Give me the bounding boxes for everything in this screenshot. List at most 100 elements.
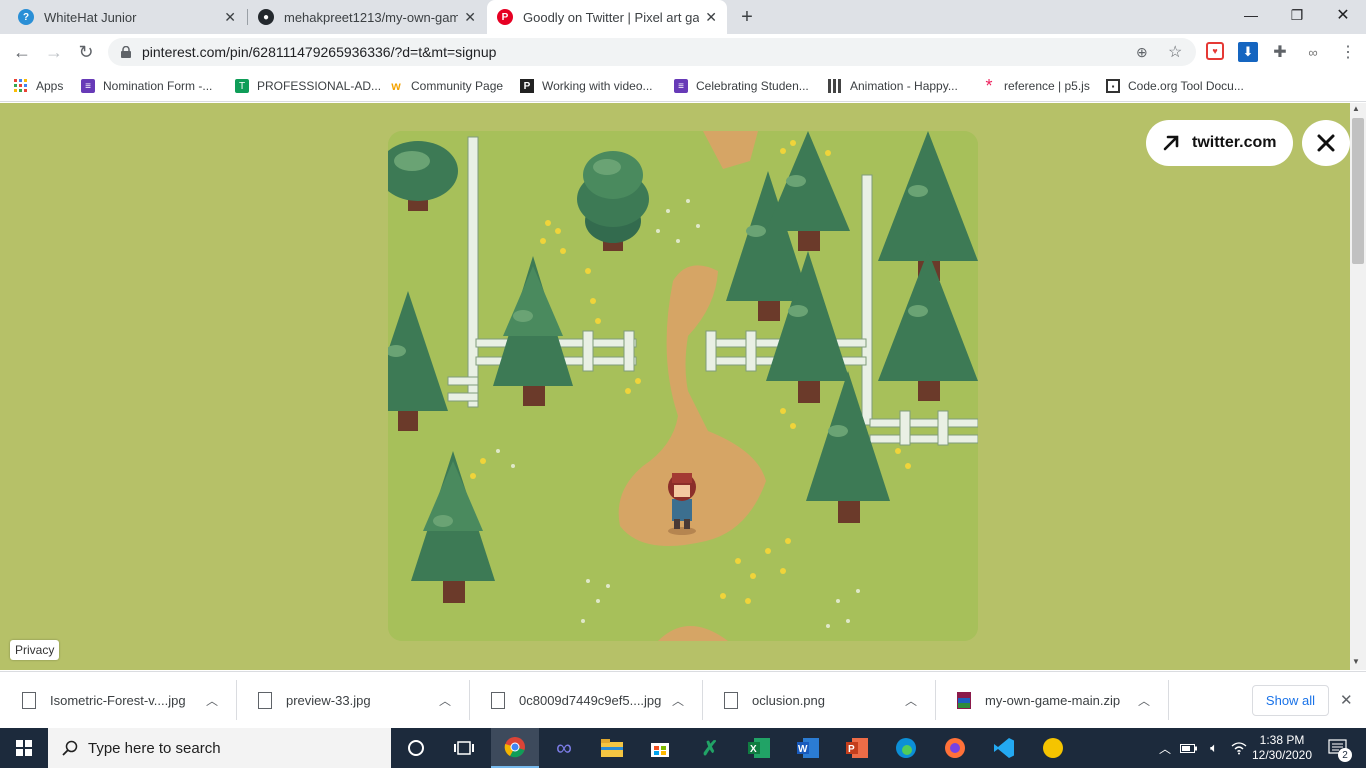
- chevron-up-icon[interactable]: ︿: [1138, 692, 1150, 709]
- site-label: twitter.com: [1192, 134, 1277, 151]
- bookmark-p5js-reference[interactable]: * reference | p5.js: [982, 75, 1089, 96]
- svg-text:P: P: [848, 744, 855, 755]
- svg-text:W: W: [798, 744, 808, 755]
- scroll-down-arrow-icon[interactable]: ▼: [1352, 657, 1360, 666]
- toolbar: ← → ↻ pinterest.com/pin/6281114792659363…: [0, 34, 1366, 70]
- tab-whitehat[interactable]: ? WhiteHat Junior ✕: [8, 0, 246, 34]
- close-tab-icon[interactable]: ✕: [705, 9, 717, 26]
- close-downloads-icon[interactable]: ✕: [1340, 691, 1353, 709]
- download-filename: Isometric-Forest-v....jpg: [50, 693, 186, 708]
- tab-github[interactable]: ● mehakpreet1213/my-own-game ✕: [248, 0, 486, 34]
- x-app-icon[interactable]: ✗: [686, 728, 734, 768]
- chevron-up-icon[interactable]: ︿: [905, 692, 917, 709]
- download-item[interactable]: 0c8009d7449c9ef5....jpg ︿: [469, 672, 702, 729]
- chevron-up-icon[interactable]: ︿: [672, 692, 684, 709]
- pin-content: twitter.com Privacy: [0, 103, 1350, 670]
- notifications-icon[interactable]: 2: [1318, 728, 1358, 768]
- restore-icon[interactable]: ❐: [1274, 0, 1320, 30]
- infinity-app-icon[interactable]: ∞: [540, 728, 588, 768]
- pocket-extension-icon[interactable]: ♥: [1206, 42, 1224, 60]
- file-explorer-icon[interactable]: [588, 728, 636, 768]
- excel-icon[interactable]: X: [735, 728, 783, 768]
- battery-icon[interactable]: [1178, 728, 1200, 768]
- w-icon: w: [391, 79, 401, 93]
- bookmark-professional[interactable]: T PROFESSIONAL-AD...: [235, 76, 381, 96]
- taskbar-search-box[interactable]: Type here to search: [48, 728, 391, 768]
- wifi-icon[interactable]: [1228, 728, 1250, 768]
- download-filename: preview-33.jpg: [286, 693, 371, 708]
- bookmark-working-with-video[interactable]: P Working with video...: [520, 76, 653, 96]
- add-icon[interactable]: ⊕: [1136, 44, 1148, 61]
- address-bar[interactable]: pinterest.com/pin/628111479265936336/?d=…: [108, 38, 1196, 66]
- close-tab-icon[interactable]: ✕: [224, 9, 236, 26]
- visit-site-button[interactable]: twitter.com: [1146, 120, 1293, 166]
- profile-avatar-icon[interactable]: ∞: [1300, 42, 1326, 62]
- back-icon[interactable]: ←: [8, 38, 36, 66]
- bookmark-star-icon[interactable]: ☆: [1168, 42, 1182, 62]
- windows-start-icon[interactable]: [0, 728, 48, 768]
- download-item[interactable]: preview-33.jpg ︿: [236, 672, 469, 729]
- download-filename: oclusion.png: [752, 693, 825, 708]
- show-all-downloads-button[interactable]: Show all: [1252, 685, 1329, 716]
- tab-title: WhiteHat Junior: [44, 9, 137, 25]
- bookmark-animation[interactable]: Animation - Happy...: [828, 76, 958, 96]
- task-view-icon[interactable]: [440, 728, 488, 768]
- file-icon: [491, 692, 505, 709]
- close-pin-button[interactable]: [1302, 120, 1350, 166]
- file-icon: [258, 692, 272, 709]
- bookmark-celebrating-students[interactable]: ≡ Celebrating Studen...: [674, 76, 809, 96]
- bookmark-label: Working with video...: [542, 79, 653, 93]
- vscode-icon[interactable]: [980, 728, 1028, 768]
- tab-pinterest[interactable]: P Goodly on Twitter | Pixel art game ✕: [487, 0, 727, 34]
- svg-text:X: X: [750, 744, 757, 755]
- download-extension-icon[interactable]: ⬇: [1238, 42, 1258, 62]
- privacy-link[interactable]: Privacy: [10, 640, 60, 660]
- window-close-icon[interactable]: ✕: [1320, 0, 1366, 30]
- pixel-art-image[interactable]: [388, 131, 978, 641]
- close-tab-icon[interactable]: ✕: [464, 9, 476, 26]
- url-text[interactable]: pinterest.com/pin/628111479265936336/?d=…: [142, 44, 496, 60]
- download-item[interactable]: oclusion.png ︿: [702, 672, 935, 729]
- asterisk-icon: *: [985, 75, 993, 96]
- firefox-icon[interactable]: [931, 728, 979, 768]
- edge-icon[interactable]: [882, 728, 930, 768]
- chevron-up-icon[interactable]: ︿: [206, 692, 218, 709]
- cortana-icon[interactable]: [392, 728, 440, 768]
- extensions-puzzle-icon[interactable]: ✚: [1270, 42, 1290, 62]
- search-icon: [62, 740, 78, 756]
- forms-icon: ≡: [81, 79, 95, 93]
- new-tab-plus-icon[interactable]: +: [736, 6, 758, 28]
- bookmark-apps[interactable]: Apps: [14, 76, 63, 96]
- tab-title: mehakpreet1213/my-own-game: [284, 9, 459, 25]
- tray-chevron-icon[interactable]: ︿: [1156, 728, 1174, 768]
- bookmark-nomination-form[interactable]: ≡ Nomination Form -...: [81, 76, 212, 96]
- volume-icon[interactable]: 🔈︎: [1203, 728, 1225, 768]
- downloads-bar: Isometric-Forest-v....jpg ︿ preview-33.j…: [0, 671, 1366, 728]
- download-item[interactable]: Isometric-Forest-v....jpg ︿: [0, 672, 236, 729]
- menu-kebab-icon[interactable]: ⋮: [1338, 42, 1358, 62]
- whitehat-icon: ?: [18, 9, 34, 25]
- sticker-app-icon[interactable]: [1029, 728, 1077, 768]
- tab-title: Goodly on Twitter | Pixel art game: [523, 9, 700, 25]
- bookmark-label: Community Page: [411, 79, 504, 93]
- classroom-icon: T: [235, 79, 249, 93]
- download-filename: my-own-game-main.zip: [985, 693, 1121, 708]
- scrollbar-thumb[interactable]: [1352, 118, 1364, 264]
- word-icon[interactable]: W: [784, 728, 832, 768]
- store-icon[interactable]: [636, 728, 684, 768]
- lock-icon[interactable]: [118, 46, 134, 58]
- clock[interactable]: 1:38 PM 12/30/2020: [1250, 728, 1314, 768]
- forward-icon[interactable]: →: [40, 38, 68, 66]
- chevron-up-icon[interactable]: ︿: [439, 692, 451, 709]
- close-icon: [1317, 134, 1335, 152]
- minimize-icon[interactable]: —: [1228, 0, 1274, 30]
- scroll-up-arrow-icon[interactable]: ▲: [1352, 104, 1360, 113]
- powerpoint-icon[interactable]: P: [833, 728, 881, 768]
- bookmark-codeorg[interactable]: ▪ Code.org Tool Docu...: [1106, 76, 1244, 96]
- reload-icon[interactable]: ↻: [72, 38, 100, 66]
- chrome-icon[interactable]: [491, 728, 539, 768]
- zip-archive-icon: [957, 692, 971, 709]
- download-item[interactable]: my-own-game-main.zip ︿: [935, 672, 1168, 729]
- download-filename: 0c8009d7449c9ef5....jpg: [519, 693, 662, 708]
- bookmark-community-page[interactable]: w Community Page: [389, 76, 503, 96]
